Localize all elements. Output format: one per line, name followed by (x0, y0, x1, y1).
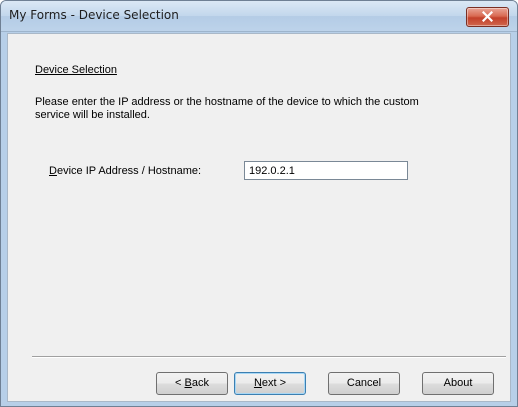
ip-label-text: evice IP Address / Hostname: (56, 165, 202, 177)
ip-address-input[interactable] (244, 161, 408, 180)
close-button[interactable] (466, 7, 509, 27)
dialog-window: My Forms - Device Selection Device Selec… (0, 0, 518, 407)
ip-address-label: Device IP Address / Hostname: (49, 165, 201, 177)
section-heading: Device Selection (35, 64, 117, 76)
description-text-line-1: Please enter the IP address or the hostn… (35, 96, 419, 108)
separator (32, 356, 506, 358)
title-bar[interactable]: My Forms - Device Selection (1, 1, 517, 32)
back-label: ack (191, 377, 209, 389)
next-button[interactable]: Next > (234, 372, 306, 395)
close-icon (482, 11, 493, 22)
next-mnemonic: N (253, 377, 262, 389)
next-label: ext > (261, 377, 287, 389)
back-button[interactable]: < Back (156, 372, 228, 395)
description-text-line-2: service will be installed. (35, 109, 150, 121)
back-mnemonic: B (184, 377, 192, 389)
about-button[interactable]: About (422, 372, 494, 395)
cancel-button[interactable]: Cancel (328, 372, 400, 395)
back-prefix: < (175, 377, 185, 389)
dialog-body: Device Selection Please enter the IP add… (7, 33, 511, 402)
window-title: My Forms - Device Selection (9, 8, 179, 22)
ip-label-mnemonic: D (49, 165, 57, 177)
